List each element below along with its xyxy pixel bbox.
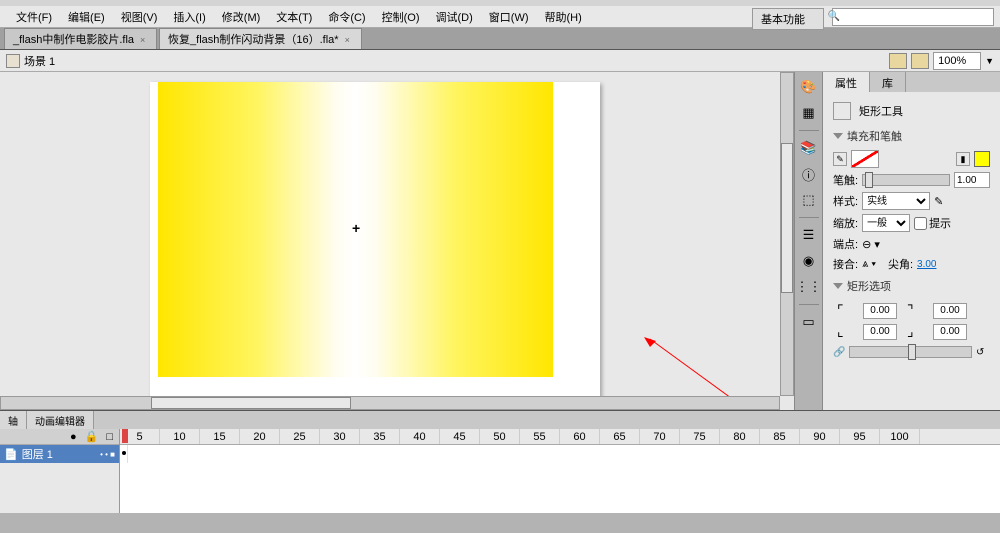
style-label: 样式: — [833, 193, 858, 209]
transform-icon[interactable]: ⬚ — [798, 189, 820, 211]
tab-library[interactable]: 库 — [870, 72, 906, 92]
zoom-dropdown-icon[interactable]: ▼ — [985, 56, 994, 66]
align-icon[interactable]: ☰ — [798, 224, 820, 246]
close-icon[interactable]: × — [345, 35, 353, 43]
corner-tr-icon: ⌝ — [907, 302, 925, 319]
menu-view[interactable]: 视图(V) — [113, 9, 166, 25]
eye-icon[interactable]: ● — [70, 431, 77, 443]
timeline-layers: ● 🔒 □ 📄 图层 1 • • ■ — [0, 429, 120, 513]
menu-window[interactable]: 窗口(W) — [481, 9, 537, 25]
tab-timeline[interactable]: 轴 — [0, 411, 27, 429]
menu-control[interactable]: 控制(O) — [374, 9, 428, 25]
document-tab[interactable]: 恢复_flash制作闪动背景（16）.fla* × — [159, 28, 362, 49]
properties-panel: 属性 库 矩形工具 填充和笔触 ✎ ▮ 笔触: — [822, 72, 1000, 410]
layer-row[interactable]: 📄 图层 1 • • ■ — [0, 445, 119, 463]
crosshair-cursor: + — [352, 220, 360, 236]
menu-modify[interactable]: 修改(M) — [214, 9, 269, 25]
edit-scene-icon[interactable] — [889, 53, 907, 69]
keyframe[interactable] — [120, 445, 128, 463]
pencil-icon[interactable]: ✎ — [833, 152, 847, 166]
fill-color-swatch[interactable] — [974, 151, 990, 167]
info-icon[interactable]: ⓘ — [798, 163, 820, 185]
document-tab[interactable]: _flash中制作电影胶片.fla × — [4, 28, 157, 49]
scale-select[interactable]: 一般 — [862, 214, 910, 232]
cap-select[interactable]: ⊖ ▾ — [862, 238, 880, 251]
menu-commands[interactable]: 命令(C) — [320, 9, 373, 25]
stroke-label: 笔触: — [833, 172, 858, 188]
triangle-icon — [833, 133, 843, 139]
menu-file[interactable]: 文件(F) — [8, 9, 60, 25]
stroke-slider[interactable] — [862, 174, 950, 186]
join-label: 接合: — [833, 256, 858, 272]
stroke-color-swatch[interactable] — [851, 150, 879, 168]
hint-checkbox[interactable]: 提示 — [914, 215, 951, 231]
layer-header: ● 🔒 □ — [0, 429, 119, 445]
palette-icon[interactable]: 🎨 — [798, 76, 820, 98]
corner-br-input[interactable] — [933, 324, 967, 340]
tab-motion-editor[interactable]: 动画编辑器 — [27, 411, 94, 429]
vertical-scrollbar[interactable] — [780, 72, 794, 396]
corner-slider[interactable] — [849, 346, 972, 358]
library-icon[interactable]: 📚 — [798, 137, 820, 159]
miter-label: 尖角: — [888, 256, 913, 272]
lock-icon[interactable]: 🔗 — [833, 347, 845, 358]
section-rect-options[interactable]: 矩形选项 — [829, 274, 994, 298]
section-fill-stroke[interactable]: 填充和笔触 — [829, 124, 994, 148]
document-tab-bar: _flash中制作电影胶片.fla × 恢复_flash制作闪动背景（16）.f… — [0, 28, 1000, 50]
tab-label: 恢复_flash制作闪动背景（16）.fla* — [168, 31, 339, 47]
canvas-area[interactable]: + — [0, 72, 794, 410]
tool-name: 矩形工具 — [859, 103, 903, 119]
layer-icon: 📄 — [4, 448, 18, 461]
corner-tr-input[interactable] — [933, 303, 967, 319]
tab-properties[interactable]: 属性 — [823, 72, 870, 92]
color-icon[interactable]: ◉ — [798, 250, 820, 272]
corner-bl-input[interactable] — [863, 324, 897, 340]
layer-name: 图层 1 — [22, 446, 53, 462]
corner-tl-input[interactable] — [863, 303, 897, 319]
scale-label: 缩放: — [833, 215, 858, 231]
close-icon[interactable]: × — [140, 35, 148, 43]
edit-symbol-icon[interactable] — [911, 53, 929, 69]
join-select[interactable]: ⩓ ▾ — [862, 258, 876, 271]
pencil-edit-icon[interactable]: ✎ — [934, 195, 948, 208]
bucket-icon[interactable]: ▮ — [956, 152, 970, 166]
menu-edit[interactable]: 编辑(E) — [60, 9, 113, 25]
scene-icon — [6, 54, 20, 68]
zoom-input[interactable] — [933, 52, 981, 70]
tab-label: _flash中制作电影胶片.fla — [13, 31, 134, 47]
outline-icon[interactable]: □ — [106, 431, 113, 443]
tool-panel: 🎨 ▦ 📚 ⓘ ⬚ ☰ ◉ ⋮⋮ ▭ — [794, 72, 822, 410]
horizontal-scrollbar[interactable] — [0, 396, 780, 410]
timeline-frames[interactable]: 51015 202530 354045 505560 657075 808590… — [120, 429, 1000, 513]
menu-bar: 文件(F) 编辑(E) 视图(V) 插入(I) 修改(M) 文本(T) 命令(C… — [0, 6, 1000, 28]
timeline-ruler[interactable]: 51015 202530 354045 505560 657075 808590… — [120, 429, 1000, 445]
scene-name: 场景 1 — [24, 53, 55, 69]
search-input[interactable] — [832, 8, 994, 26]
menu-text[interactable]: 文本(T) — [268, 9, 320, 25]
scene-bar: 场景 1 ▼ — [0, 50, 1000, 72]
workspace-dropdown[interactable]: 基本功能 — [752, 8, 824, 30]
corner-bl-icon: ⌞ — [837, 323, 855, 340]
search-icon: 🔍 — [828, 11, 840, 22]
tool-icon — [833, 102, 851, 120]
menu-debug[interactable]: 调试(D) — [428, 9, 481, 25]
miter-value[interactable]: 3.00 — [917, 259, 936, 270]
components-icon[interactable]: ▭ — [798, 311, 820, 333]
triangle-icon — [833, 283, 843, 289]
lock-icon[interactable]: 🔒 — [85, 430, 99, 443]
menu-help[interactable]: 帮助(H) — [537, 9, 590, 25]
stroke-input[interactable] — [954, 172, 990, 188]
style-select[interactable]: 实线 — [862, 192, 930, 210]
menu-insert[interactable]: 插入(I) — [165, 9, 213, 25]
playhead[interactable] — [120, 429, 130, 513]
timeline-panel: 轴 动画编辑器 ● 🔒 □ 📄 图层 1 • • ■ 51015 202530 … — [0, 410, 1000, 513]
grid-icon[interactable]: ▦ — [798, 102, 820, 124]
swatches-icon[interactable]: ⋮⋮ — [798, 276, 820, 298]
reset-icon[interactable]: ↺ — [976, 347, 990, 358]
cap-label: 端点: — [833, 236, 858, 252]
main-area: + 🎨 ▦ 📚 ⓘ ⬚ ☰ ◉ ⋮⋮ ▭ 属性 库 矩形工具 — [0, 72, 1000, 410]
corner-tl-icon: ⌜ — [837, 302, 855, 319]
corner-br-icon: ⌟ — [907, 323, 925, 340]
